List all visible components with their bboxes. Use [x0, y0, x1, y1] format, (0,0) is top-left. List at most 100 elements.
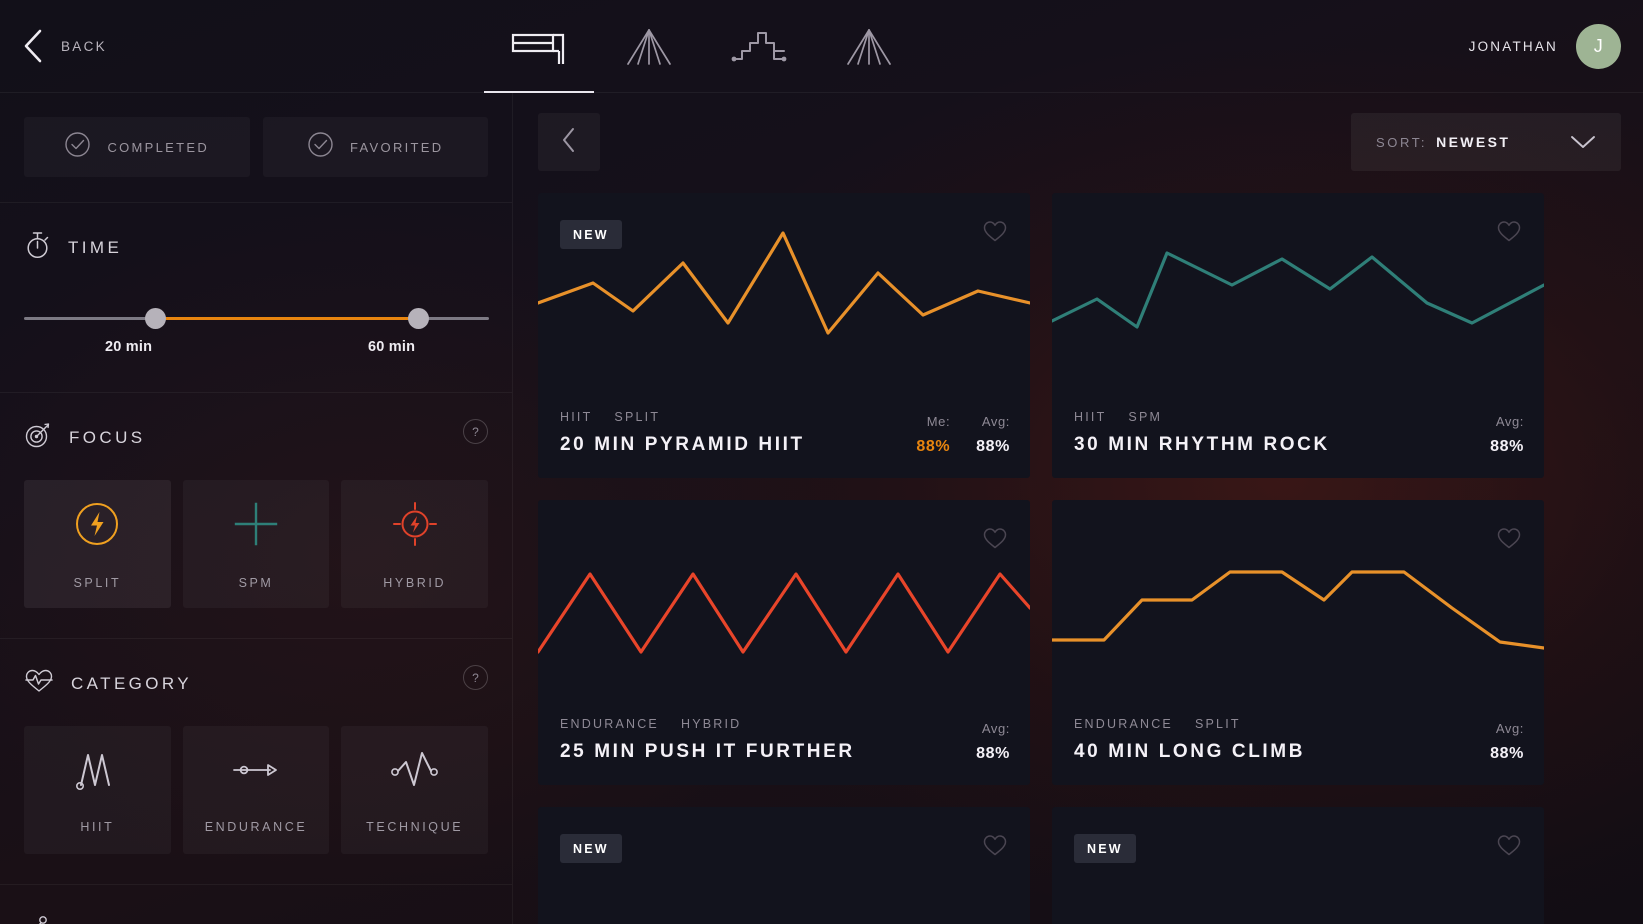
category-filter-section: CATEGORY ? HIIT ENDURANCE TECHNIQUE	[0, 639, 512, 885]
workout-stat: Avg: 88%	[976, 721, 1010, 763]
sort-label: SORT:	[1376, 134, 1428, 150]
workout-title: 25 MIN PUSH IT FURTHER	[560, 741, 855, 762]
workout-stat-label: Avg:	[1495, 721, 1524, 736]
focus-option-spm[interactable]: SPM	[182, 480, 330, 608]
slider-max-label: 60 min	[368, 339, 416, 355]
focus-option-hybrid[interactable]: HYBRID	[341, 480, 489, 608]
workout-card[interactable]: ENDURANCE HYBRID 25 MIN PUSH IT FURTHER Avg…	[538, 500, 1030, 785]
workout-tag: HYBRID	[680, 717, 742, 731]
workout-stat-label: Me:	[926, 414, 951, 429]
new-badge: NEW	[1074, 834, 1136, 863]
collapse-sidebar-button[interactable]	[538, 113, 600, 171]
tab-intervals[interactable]	[484, 0, 594, 93]
slider-fill	[155, 317, 418, 320]
tab-fan-right[interactable]	[814, 0, 924, 93]
workout-list-header: SORT: NEWEST	[513, 93, 1643, 193]
workout-cards-grid: NEW HIIT SPLIT 20 MIN PYRAMID HIIT Me: 88% Avg…	[538, 193, 1643, 924]
focus-option-hybrid-label: HYBRID	[383, 575, 447, 590]
ruler-icon	[24, 915, 51, 924]
category-section-title: CATEGORY	[71, 673, 193, 693]
chevron-left-icon	[561, 127, 577, 158]
workout-card[interactable]: HIIT SPM 30 MIN RHYTHM ROCK Avg: 88%	[1052, 193, 1544, 478]
toggle-completed-label: COMPLETED	[107, 139, 210, 155]
sort-dropdown[interactable]: SORT: NEWEST	[1351, 113, 1621, 171]
workout-card[interactable]: NEW	[538, 807, 1030, 924]
view-mode-tabs	[484, 0, 924, 93]
workout-stats: Avg: 88%	[976, 721, 1010, 763]
category-option-technique-label: TECHNIQUE	[366, 819, 464, 834]
focus-help-icon[interactable]: ?	[463, 419, 488, 444]
workout-stat-value: 88%	[916, 438, 951, 455]
focus-filter-section: FOCUS ? SPLIT SPM HYBRID	[0, 393, 512, 639]
bolt-burst-icon	[390, 499, 440, 554]
workout-tag: SPM	[1128, 410, 1163, 424]
workout-stat-label: Avg:	[981, 721, 1010, 736]
tab-steps[interactable]	[704, 0, 814, 93]
zigzag-peaks-icon	[71, 747, 123, 798]
focus-option-spm-label: SPM	[238, 575, 274, 590]
avatar[interactable]: J	[1576, 24, 1621, 69]
workout-chart	[538, 500, 1030, 705]
back-label: BACK	[61, 38, 107, 54]
workout-card[interactable]: ENDURANCE SPLIT 40 MIN LONG CLIMB Avg: 88%	[1052, 500, 1544, 785]
heart-outline-icon[interactable]	[982, 832, 1008, 858]
distance-section-title: EST. DISTANCE	[68, 921, 238, 924]
category-option-hiit[interactable]: HIIT	[24, 726, 171, 854]
workout-stats: Me: 88% Avg: 88%	[916, 414, 1010, 456]
workout-stat-value: 88%	[1490, 745, 1524, 762]
workout-stat-value: 88%	[976, 438, 1010, 455]
workout-chart	[1052, 807, 1544, 924]
time-filter-section: TIME 20 min 60 min	[0, 203, 512, 393]
workout-tags: HIIT SPM	[1074, 410, 1330, 424]
workout-tag: ENDURANCE	[1074, 717, 1173, 731]
toggle-favorited[interactable]: FAVORITED	[263, 117, 489, 177]
slider-handle-min[interactable]	[145, 308, 166, 329]
focus-option-split[interactable]: SPLIT	[24, 480, 171, 608]
new-badge: NEW	[560, 834, 622, 863]
heart-outline-icon[interactable]	[1496, 525, 1522, 551]
workout-stat: Avg: 88%	[1490, 721, 1524, 763]
workout-title: 30 MIN RHYTHM ROCK	[1074, 434, 1330, 455]
cross-plus-icon	[231, 499, 281, 554]
category-help-icon[interactable]: ?	[463, 665, 488, 690]
focus-section-title: FOCUS	[69, 427, 146, 447]
category-option-endurance[interactable]: ENDURANCE	[182, 726, 330, 854]
workout-title: 40 MIN LONG CLIMB	[1074, 741, 1306, 762]
tab-fan-left[interactable]	[594, 0, 704, 93]
workout-stat-label: Avg:	[1495, 414, 1524, 429]
toggle-completed[interactable]: COMPLETED	[24, 117, 250, 177]
workout-tag: HIIT	[560, 410, 593, 424]
interval-bars-icon	[510, 27, 568, 67]
top-navigation-bar: BACK JONATHAN J	[0, 0, 1643, 93]
workout-stat-label: Avg:	[981, 414, 1010, 429]
workout-card[interactable]: NEW HIIT SPLIT 20 MIN PYRAMID HIIT Me: 88% Avg…	[538, 193, 1030, 478]
workout-stat: Avg: 88%	[976, 414, 1010, 456]
heart-outline-icon[interactable]	[982, 218, 1008, 244]
bolt-circle-icon	[72, 499, 122, 554]
arrow-line-icon	[230, 747, 282, 798]
user-profile-button[interactable]: JONATHAN J	[1469, 0, 1621, 93]
category-option-hiit-label: HIIT	[80, 819, 115, 834]
heart-outline-icon[interactable]	[982, 525, 1008, 551]
stopwatch-icon	[24, 231, 51, 264]
slider-handle-max[interactable]	[408, 308, 429, 329]
back-button[interactable]: BACK	[22, 29, 107, 63]
category-option-technique[interactable]: TECHNIQUE	[341, 726, 489, 854]
workout-card-footer: HIIT SPLIT 20 MIN PYRAMID HIIT Me: 88% Avg: 88…	[560, 410, 1010, 456]
workout-chart	[538, 807, 1030, 924]
workout-stats: Avg: 88%	[1490, 414, 1524, 456]
chevron-down-icon	[1570, 134, 1596, 155]
check-circle-icon	[307, 131, 334, 163]
workout-card[interactable]: NEW	[1052, 807, 1544, 924]
time-range-slider[interactable]: 20 min 60 min	[24, 306, 489, 362]
workout-tag: SPLIT	[614, 410, 661, 424]
workout-title: 20 MIN PYRAMID HIIT	[560, 434, 805, 455]
heart-outline-icon[interactable]	[1496, 832, 1522, 858]
workout-chart	[1052, 193, 1544, 398]
step-profile-icon	[728, 26, 790, 68]
heart-outline-icon[interactable]	[1496, 218, 1522, 244]
time-section-title: TIME	[68, 237, 123, 257]
workout-tag: HIIT	[1074, 410, 1107, 424]
fan-lines-icon	[838, 26, 900, 68]
workout-card-footer: ENDURANCE HYBRID 25 MIN PUSH IT FURTHER Avg…	[560, 717, 1010, 763]
